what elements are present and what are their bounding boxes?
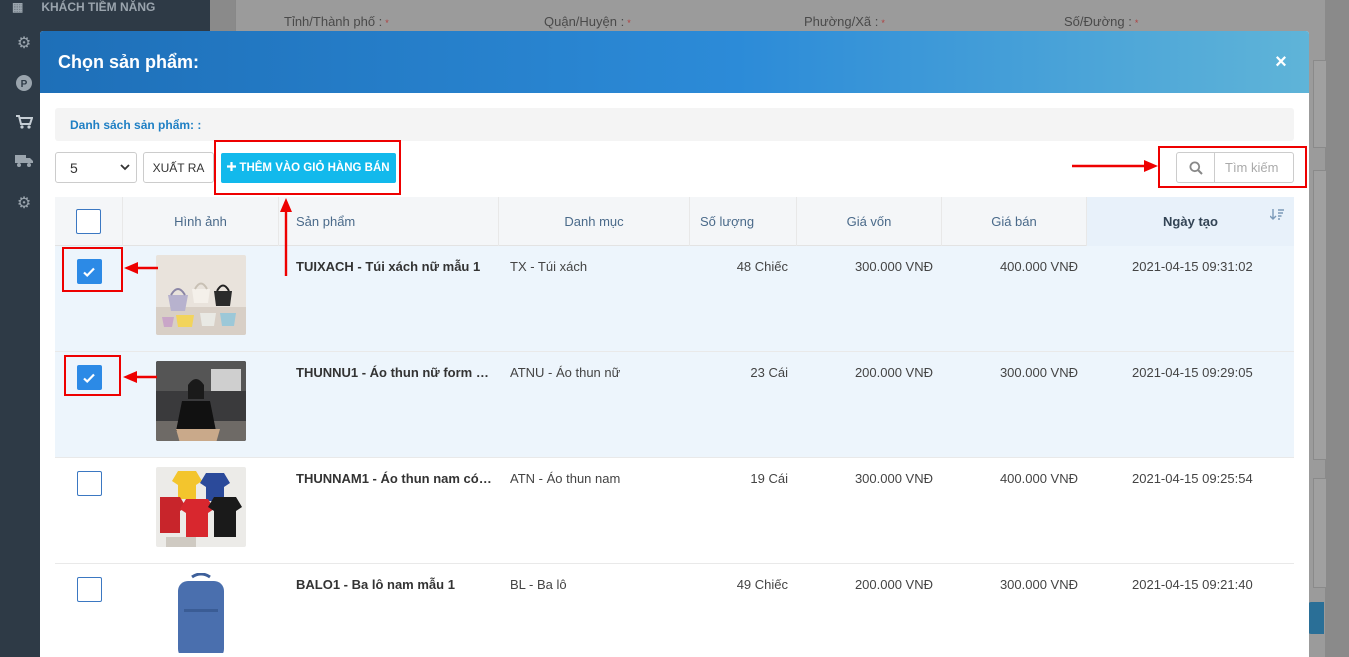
column-header-category[interactable]: Danh mục: [499, 197, 690, 246]
annotation-arrow-left: [124, 262, 158, 274]
row-quantity: 48 Chiếc: [736, 259, 788, 274]
row-cost: 200.000 VNĐ: [854, 365, 933, 380]
annotation-arrow-left: [123, 371, 157, 383]
page-size-select[interactable]: 5: [55, 152, 137, 183]
column-header-quantity[interactable]: Số lượng: [690, 197, 797, 246]
row-price: 400.000 VNĐ: [999, 471, 1078, 486]
cart-icon: [14, 114, 34, 134]
row-created: 2021-04-15 09:29:05: [1132, 365, 1253, 380]
annotation-box-checkbox-1: [62, 247, 123, 292]
row-category: ATNU - Áo thun nữ: [510, 365, 621, 380]
sort-desc-icon: [1269, 209, 1284, 224]
page-size-value: 5: [70, 159, 78, 176]
truck-icon: [14, 154, 34, 174]
column-header-created-label: Ngày tạo: [1163, 214, 1218, 229]
row-quantity: 49 Chiếc: [736, 577, 788, 592]
row-image-cell: [123, 564, 279, 657]
table-row[interactable]: THUNNU1 - Áo thun nữ form rộng ATNU - Áo…: [55, 352, 1294, 458]
column-header-price[interactable]: Giá bán: [942, 197, 1087, 246]
product-list-caption: Danh sách sản phẩm: :: [55, 108, 1294, 141]
background-right-box: [1313, 60, 1327, 148]
select-all-cell: [55, 197, 123, 246]
field-ward-label: Phường/Xã : *: [804, 14, 885, 29]
row-price: 300.000 VNĐ: [999, 577, 1078, 592]
row-product-name: THUNNU1 - Áo thun nữ form rộng: [296, 365, 499, 380]
row-category: BL - Ba lô: [510, 577, 567, 592]
row-created: 2021-04-15 09:25:54: [1132, 471, 1253, 486]
export-button[interactable]: XUẤT RA: [143, 152, 214, 183]
field-district-label: Quận/Huyện : *: [544, 14, 631, 29]
field-street-label: Số/Đường : *: [1064, 14, 1139, 29]
product-thumbnail-handbags[interactable]: [156, 255, 246, 335]
gears-icon: ⚙: [16, 35, 32, 52]
row-price: 300.000 VNĐ: [999, 365, 1078, 380]
sidebar-menu-top: ▦ KHÁCH TIỀM NĂNG: [12, 0, 155, 14]
row-category: TX - Túi xách: [510, 259, 588, 274]
row-select-cell: [55, 458, 123, 563]
background-right-box: [1313, 170, 1327, 460]
product-thumbnail-woman-shirt[interactable]: [156, 361, 246, 441]
column-header-cost[interactable]: Giá vốn: [797, 197, 942, 246]
chevron-down-icon: [120, 162, 130, 175]
row-category: ATN - Áo thun nam: [510, 471, 621, 486]
background-address-fields: Tỉnh/Thành phố : * Quận/Huyện : * Phường/X…: [284, 14, 1349, 29]
row-created: 2021-04-15 09:21:40: [1132, 577, 1253, 592]
field-province-label: Tỉnh/Thành phố : *: [284, 14, 389, 29]
product-thumbnail-backpack[interactable]: [156, 573, 246, 653]
row-created: 2021-04-15 09:31:02: [1132, 259, 1253, 274]
sidebar-top-label: KHÁCH TIỀM NĂNG: [41, 0, 156, 14]
column-header-created[interactable]: Ngày tạo: [1087, 197, 1294, 246]
annotation-arrow-up: [280, 198, 292, 276]
modal-title: Chọn sản phẩm:: [58, 51, 200, 72]
annotation-box-add-button: [214, 140, 401, 195]
p-circle-icon: P: [14, 74, 34, 94]
sidebar-grid-icon: ▦: [12, 0, 24, 14]
select-all-checkbox[interactable]: [76, 209, 101, 234]
table-row[interactable]: TUIXACH - Túi xách nữ mẫu 1 TX - Túi xác…: [55, 246, 1294, 352]
background-right-box: [1313, 478, 1327, 588]
column-header-image: Hình ảnh: [123, 197, 279, 246]
row-image-cell: [123, 458, 279, 563]
row-product-name: THUNNAM1 - Áo thun nam có cổ: [296, 471, 498, 486]
modal-header: Chọn sản phẩm: ×: [40, 31, 1309, 93]
column-header-product[interactable]: Sản phẩm: [279, 197, 499, 246]
close-icon[interactable]: ×: [1271, 51, 1291, 74]
row-checkbox[interactable]: [76, 577, 102, 602]
row-product-name: BALO1 - Ba lô nam mẫu 1: [296, 577, 455, 592]
table-row[interactable]: THUNNAM1 - Áo thun nam có cổ ATN - Áo th…: [55, 458, 1294, 564]
row-image-cell: [123, 352, 279, 457]
row-cost: 200.000 VNĐ: [854, 577, 933, 592]
row-price: 400.000 VNĐ: [999, 259, 1078, 274]
annotation-box-search: [1158, 146, 1307, 188]
gear-icon: ⚙: [16, 195, 32, 212]
annotation-arrow-right: [1072, 160, 1158, 172]
row-quantity: 19 Cái: [750, 471, 788, 486]
row-product-name: TUIXACH - Túi xách nữ mẫu 1: [296, 259, 481, 274]
table-row[interactable]: BALO1 - Ba lô nam mẫu 1 BL - Ba lô 49 Ch…: [55, 564, 1294, 657]
select-product-modal: Chọn sản phẩm: × Danh sách sản phẩm: : 5…: [40, 31, 1309, 657]
background-blue-button: [1308, 602, 1324, 634]
row-cost: 300.000 VNĐ: [854, 471, 933, 486]
product-table: Hình ảnh Sản phẩm Danh mục Số lượng Giá …: [55, 197, 1294, 657]
product-thumbnail-polo-shirts[interactable]: [156, 467, 246, 547]
row-checkbox[interactable]: [76, 471, 102, 496]
svg-text:P: P: [21, 79, 28, 90]
annotation-box-checkbox-2: [64, 355, 121, 396]
table-header: Hình ảnh Sản phẩm Danh mục Số lượng Giá …: [55, 197, 1294, 246]
row-quantity: 23 Cái: [750, 365, 788, 380]
row-select-cell: [55, 564, 123, 657]
row-cost: 300.000 VNĐ: [854, 259, 933, 274]
